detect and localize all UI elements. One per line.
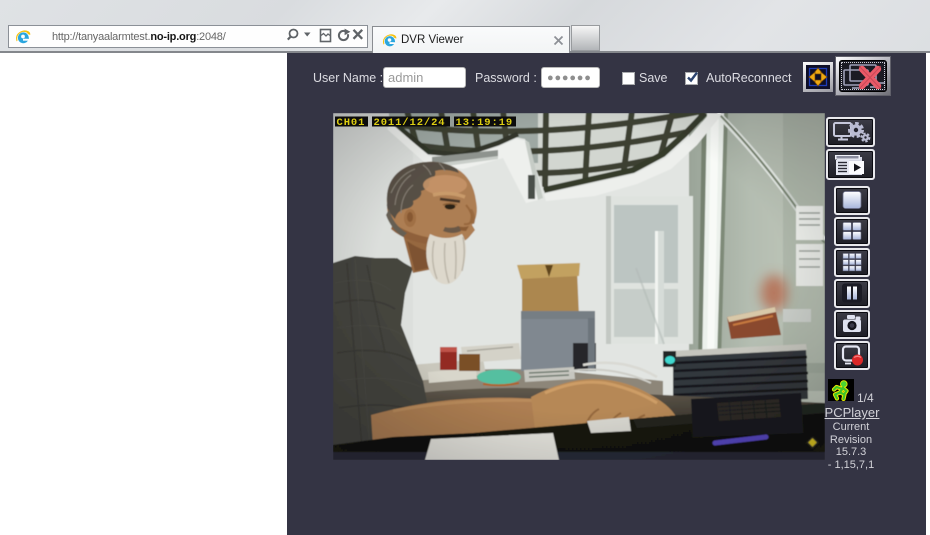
- svg-text:13:19:19: 13:19:19: [456, 117, 514, 129]
- svg-text:CH01: CH01: [337, 117, 366, 129]
- svg-text:2011/12/24: 2011/12/24: [374, 117, 446, 129]
